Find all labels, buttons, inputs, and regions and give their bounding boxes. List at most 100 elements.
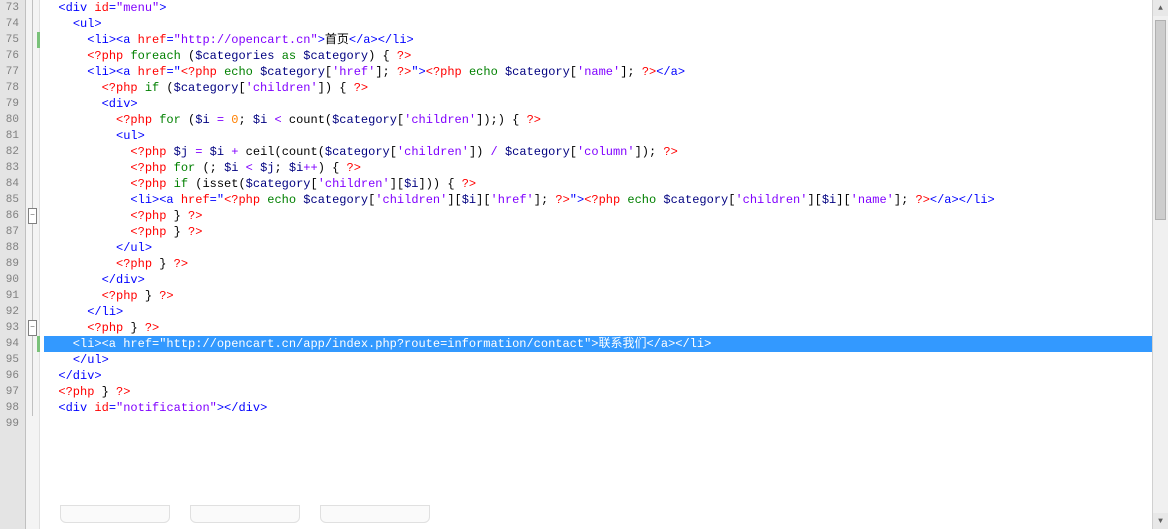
code-token: $i [822, 192, 836, 208]
code-line[interactable]: <?php } ?> [44, 224, 1168, 240]
bottom-tab[interactable] [320, 505, 430, 523]
fold-cell[interactable] [26, 224, 39, 240]
line-number: 83 [0, 160, 19, 176]
fold-cell[interactable] [26, 400, 39, 416]
line-number-gutter: 7374757677787980818283848586878889909192… [0, 0, 26, 529]
code-token: =" [166, 64, 180, 80]
code-line[interactable]: <div id="notification"></div> [44, 400, 1168, 416]
code-line[interactable]: <li><a href="http://opencart.cn">首页</a><… [44, 32, 1168, 48]
code-line[interactable]: <?php if (isset($category['children'][$i… [44, 176, 1168, 192]
code-token: $category [303, 192, 368, 208]
code-line[interactable]: <?php } ?> [44, 208, 1168, 224]
code-line[interactable]: <?php } ?> [44, 288, 1168, 304]
fold-cell[interactable] [26, 144, 39, 160]
fold-cell[interactable] [26, 112, 39, 128]
code-line[interactable]: </div> [44, 368, 1168, 384]
code-token [44, 16, 73, 32]
code-token: $category [303, 48, 368, 64]
code-token: ; [274, 160, 288, 176]
code-area[interactable]: <div id="menu"> <ul> <li><a href="http:/… [40, 0, 1168, 529]
fold-minus-icon[interactable]: − [28, 320, 37, 336]
line-number: 76 [0, 48, 19, 64]
scroll-thumb[interactable] [1155, 20, 1166, 220]
code-token: <?php [426, 64, 469, 80]
fold-cell[interactable] [26, 368, 39, 384]
code-token: ?> [188, 224, 202, 240]
scroll-up-arrow-icon[interactable]: ▲ [1153, 0, 1168, 16]
code-token: 'name' [851, 192, 894, 208]
code-token: </ul> [116, 240, 152, 256]
fold-cell[interactable] [26, 304, 39, 320]
code-token: = [109, 400, 116, 416]
fold-cell[interactable] [26, 48, 39, 64]
fold-cell[interactable] [26, 288, 39, 304]
code-token: if [174, 176, 188, 192]
code-line[interactable]: <ul> [44, 128, 1168, 144]
code-token [44, 64, 87, 80]
fold-cell[interactable] [26, 16, 39, 32]
fold-column[interactable]: −− [26, 0, 40, 529]
fold-cell[interactable] [26, 192, 39, 208]
code-token: $category [332, 112, 397, 128]
code-token: $i [404, 176, 418, 192]
code-token: [ [368, 192, 375, 208]
fold-cell[interactable] [26, 256, 39, 272]
fold-cell[interactable] [26, 384, 39, 400]
code-token: $i [210, 144, 224, 160]
code-token: $category [505, 64, 570, 80]
code-line[interactable]: <?php $j = $i + ceil(count($category['ch… [44, 144, 1168, 160]
code-token: $j [260, 160, 274, 176]
fold-minus-icon[interactable]: − [28, 208, 37, 224]
code-line[interactable]: <?php foreach ($categories as $category)… [44, 48, 1168, 64]
code-line[interactable]: </ul> [44, 240, 1168, 256]
code-line[interactable]: </li> [44, 304, 1168, 320]
code-line[interactable] [44, 416, 1168, 432]
line-number: 75 [0, 32, 19, 48]
fold-cell[interactable] [26, 352, 39, 368]
code-line[interactable]: <li><a href="<?php echo $category['href'… [44, 64, 1168, 80]
code-line[interactable]: <div> [44, 96, 1168, 112]
code-line[interactable]: <?php } ?> [44, 320, 1168, 336]
code-token: ]; [375, 64, 397, 80]
fold-cell[interactable] [26, 64, 39, 80]
fold-cell[interactable] [26, 176, 39, 192]
code-line[interactable]: <?php } ?> [44, 384, 1168, 400]
code-line[interactable]: <?php if ($category['children']) { ?> [44, 80, 1168, 96]
code-token: } [174, 224, 188, 240]
code-line[interactable]: </div> [44, 272, 1168, 288]
fold-cell[interactable]: − [26, 320, 39, 336]
scroll-down-arrow-icon[interactable]: ▼ [1153, 513, 1168, 529]
fold-cell[interactable] [26, 416, 39, 432]
vertical-scrollbar[interactable]: ▲ ▼ [1152, 0, 1168, 529]
code-token: [ [570, 144, 577, 160]
bottom-tab[interactable] [190, 505, 300, 523]
code-line[interactable]: <ul> [44, 16, 1168, 32]
code-token: "> [411, 64, 425, 80]
fold-cell[interactable] [26, 160, 39, 176]
fold-cell[interactable] [26, 80, 39, 96]
fold-cell[interactable] [26, 240, 39, 256]
code-token: ></div> [217, 400, 267, 416]
fold-cell[interactable] [26, 0, 39, 16]
code-token: <?php [584, 192, 627, 208]
code-token [238, 160, 245, 176]
bottom-tab[interactable] [60, 505, 170, 523]
code-line[interactable]: <div id="menu"> [44, 0, 1168, 16]
fold-cell[interactable]: − [26, 208, 39, 224]
code-token: ]; [894, 192, 916, 208]
code-line[interactable]: <li><a href="<?php echo $category['child… [44, 192, 1168, 208]
code-line[interactable]: <li><a href="http://opencart.cn/app/inde… [44, 336, 1168, 352]
fold-cell[interactable] [26, 96, 39, 112]
line-number: 77 [0, 64, 19, 80]
code-line[interactable]: <?php for ($i = 0; $i < count($category[… [44, 112, 1168, 128]
code-line[interactable]: <?php for (; $i < $j; $i++) { ?> [44, 160, 1168, 176]
fold-cell[interactable] [26, 128, 39, 144]
code-line[interactable]: <?php } ?> [44, 256, 1168, 272]
line-number: 79 [0, 96, 19, 112]
fold-cell[interactable] [26, 272, 39, 288]
code-token: ( [181, 48, 195, 64]
code-token: $category [246, 176, 311, 192]
code-line[interactable]: </ul> [44, 352, 1168, 368]
code-token: as [282, 48, 296, 64]
code-token: [ [310, 176, 317, 192]
